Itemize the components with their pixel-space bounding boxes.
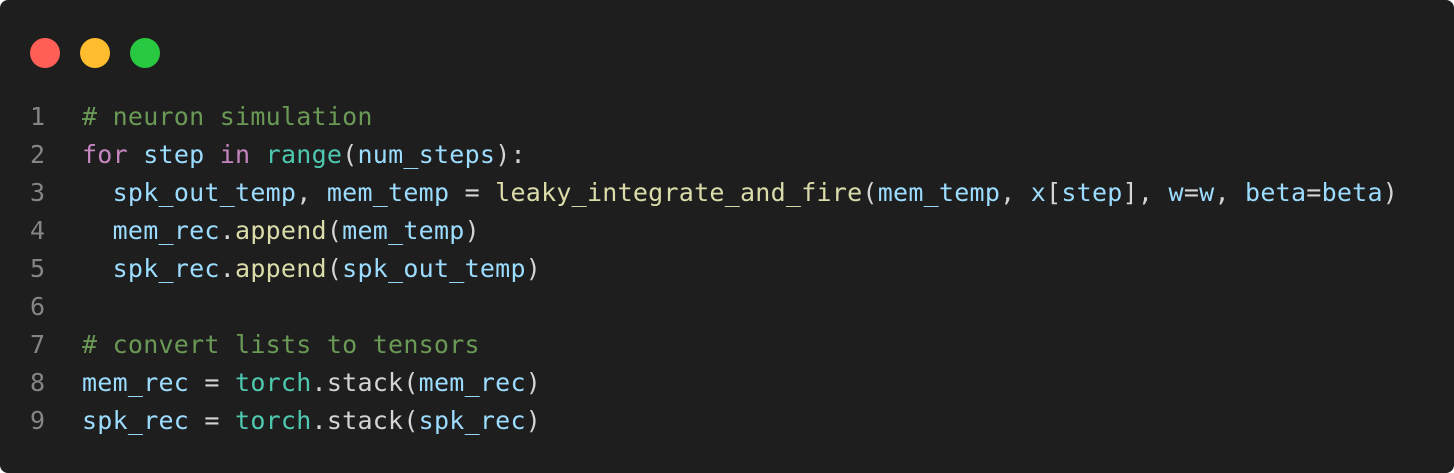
line-content: # neuron simulation xyxy=(82,98,373,136)
code-token-plain: ( xyxy=(862,178,878,207)
code-token-keyword: in xyxy=(219,140,251,169)
code-token-plain: = xyxy=(1306,178,1322,207)
code-token-function: leaky_integrate_and_fire xyxy=(495,178,863,207)
line-number: 1 xyxy=(30,102,46,131)
code-token-plain: [ xyxy=(1046,178,1062,207)
line-number: 7 xyxy=(30,330,46,359)
code-token-keyword: for xyxy=(82,140,128,169)
code-token-plain: ) xyxy=(525,254,542,283)
code-token-plain: = xyxy=(1183,178,1200,207)
line-content: mem_rec.append(mem_temp) xyxy=(82,212,480,250)
code-line: 9 spk_rec = torch.stack(spk_rec) xyxy=(0,402,1454,440)
code-token-variable: mem_rec xyxy=(418,368,526,397)
code-token-variable: mem_rec xyxy=(112,216,220,245)
line-number: 2 xyxy=(30,140,46,169)
code-token-builtin: range xyxy=(265,140,343,169)
code-line: 5 spk_rec.append(spk_out_temp) xyxy=(0,250,1454,288)
code-token-variable: x xyxy=(1030,178,1047,207)
code-token-plain: ( xyxy=(403,368,419,397)
code-token-plain: . xyxy=(311,406,327,435)
code-token-plain: , xyxy=(1000,178,1031,207)
code-token-plain: stack xyxy=(326,406,404,435)
code-token-plain: , xyxy=(1214,178,1246,207)
code-token-variable: step xyxy=(1061,178,1123,207)
code-token-plain: ): xyxy=(495,140,526,169)
code-token-builtin: torch xyxy=(235,406,312,435)
code-token-plain: . xyxy=(219,254,236,283)
line-content: spk_rec = torch.stack(spk_rec) xyxy=(82,402,541,440)
line-number: 6 xyxy=(30,292,46,321)
code-token-plain: ) xyxy=(464,216,480,245)
window-controls xyxy=(30,38,160,68)
line-content: mem_rec = torch.stack(mem_rec) xyxy=(82,364,541,402)
line-number: 4 xyxy=(30,216,46,245)
code-token-plain: ) xyxy=(525,368,542,397)
line-number: 5 xyxy=(30,254,46,283)
code-token-function: append xyxy=(235,216,327,245)
code-token-variable: w xyxy=(1168,178,1184,207)
code-token-variable: beta xyxy=(1321,178,1383,207)
maximize-button[interactable] xyxy=(130,38,160,68)
code-token-variable: beta xyxy=(1245,178,1307,207)
code-token-variable: mem_temp xyxy=(877,178,1001,207)
code-token-variable: step xyxy=(143,140,205,169)
code-token-variable: mem_temp xyxy=(326,178,450,207)
code-line: 7 # convert lists to tensors xyxy=(0,326,1454,364)
code-token-plain: ( xyxy=(403,406,419,435)
code-token-variable: spk_out_temp xyxy=(112,178,297,207)
code-line: 6 xyxy=(0,288,1454,326)
code-token-variable: mem_rec xyxy=(82,368,190,397)
code-window: 1 # neuron simulation 2 for step in range(n… xyxy=(0,0,1454,473)
line-number: 3 xyxy=(30,178,46,207)
line-content: for step in range(num_steps): xyxy=(82,136,526,174)
minimize-button[interactable] xyxy=(80,38,110,68)
code-token-variable: spk_rec xyxy=(112,254,220,283)
code-token-plain: . xyxy=(219,216,236,245)
code-token-variable: spk_out_temp xyxy=(342,254,526,283)
code-token-variable: num_steps xyxy=(357,140,496,169)
code-token-builtin: torch xyxy=(235,368,312,397)
code-token-variable: mem_temp xyxy=(342,216,465,245)
code-line: 8 mem_rec = torch.stack(mem_rec) xyxy=(0,364,1454,402)
code-line: 3 spk_out_temp, mem_temp = leaky_integra… xyxy=(0,174,1454,212)
code-line: 4 mem_rec.append(mem_temp) xyxy=(0,212,1454,250)
close-button[interactable] xyxy=(30,38,60,68)
code-token-plain: ( xyxy=(326,254,343,283)
code-token-plain: = xyxy=(449,178,496,207)
code-token-comment: # convert lists to tensors xyxy=(82,330,480,359)
code-token-comment: # neuron simulation xyxy=(82,102,373,131)
code-token-plain: , xyxy=(296,178,327,207)
line-number: 8 xyxy=(30,368,46,397)
line-content: spk_rec.append(spk_out_temp) xyxy=(82,250,541,288)
code-token-plain: stack xyxy=(326,368,404,397)
code-token-plain: ) xyxy=(1382,178,1399,207)
line-content: # convert lists to tensors xyxy=(82,326,480,364)
line-content: spk_out_temp, mem_temp = leaky_integrate… xyxy=(82,174,1398,212)
code-token-variable: w xyxy=(1199,178,1215,207)
code-token-plain: = xyxy=(189,406,236,435)
code-token-variable: spk_rec xyxy=(82,406,190,435)
code-token-plain: ], xyxy=(1122,178,1169,207)
code-token-function: append xyxy=(235,254,327,283)
code-token-variable: spk_rec xyxy=(418,406,526,435)
code-line: 2 for step in range(num_steps): xyxy=(0,136,1454,174)
code-token-plain: = xyxy=(189,368,236,397)
code-block: 1 # neuron simulation 2 for step in range(n… xyxy=(0,98,1454,440)
code-token-plain: . xyxy=(311,368,327,397)
line-number: 9 xyxy=(30,406,46,435)
code-token-plain: ) xyxy=(525,406,542,435)
code-token-plain: ( xyxy=(342,140,358,169)
code-token-plain: ( xyxy=(326,216,343,245)
code-line: 1 # neuron simulation xyxy=(0,98,1454,136)
